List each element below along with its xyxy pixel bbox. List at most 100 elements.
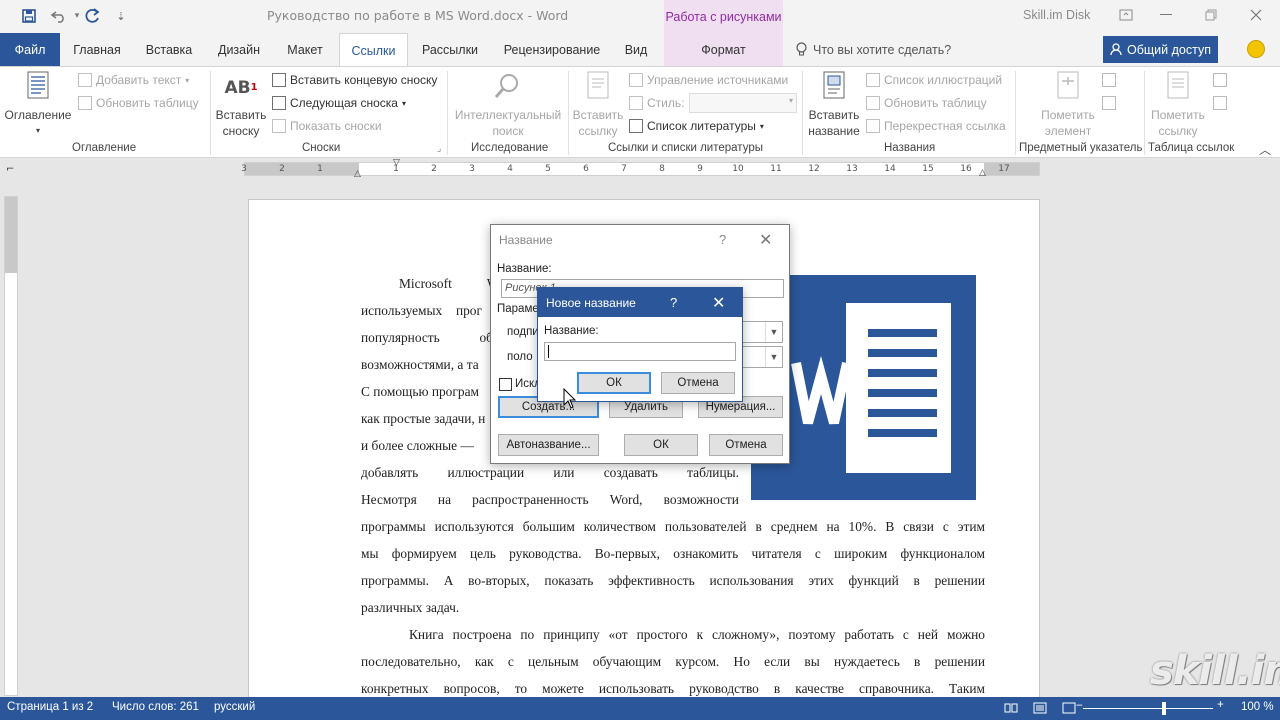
tab-review[interactable]: Рецензирование: [496, 33, 608, 66]
update-toa-icon[interactable]: [1213, 96, 1227, 110]
left-indent-marker[interactable]: △: [354, 169, 361, 179]
lightbulb-icon: [796, 42, 807, 57]
group-label-toa: Таблица ссылок: [1148, 142, 1235, 154]
tab-home[interactable]: Главная: [64, 33, 130, 66]
ruler-number: 9: [697, 164, 703, 174]
insert-citation-button[interactable]: Вставить ссылку: [571, 71, 625, 139]
mark-citation-button[interactable]: Пометить ссылку: [1147, 71, 1209, 139]
close-icon[interactable]: ✕: [712, 293, 725, 313]
document-word: создавать: [603, 465, 658, 480]
print-layout-icon[interactable]: [1033, 702, 1047, 714]
web-layout-icon[interactable]: [1062, 702, 1076, 714]
update-figures-button[interactable]: Обновить таблицу: [866, 93, 987, 113]
citation-style-select[interactable]: ▾: [689, 93, 797, 113]
position-select-label: поло: [507, 351, 533, 363]
vertical-ruler[interactable]: [4, 196, 18, 696]
zoom-in-icon[interactable]: +: [1217, 699, 1224, 711]
read-mode-icon[interactable]: [1004, 702, 1018, 714]
language-indicator[interactable]: русский: [214, 701, 255, 713]
group-separator: [210, 71, 211, 155]
update-table-icon: [78, 96, 92, 110]
help-icon[interactable]: ?: [719, 232, 726, 247]
share-button[interactable]: Общий доступ: [1103, 36, 1218, 63]
zoom-slider-track[interactable]: [1083, 708, 1213, 709]
tab-mailings[interactable]: Рассылки: [414, 33, 486, 66]
tab-design[interactable]: Дизайн: [208, 33, 270, 66]
next-footnote-button[interactable]: Следующая сноска ▾: [272, 93, 406, 113]
cross-reference-button[interactable]: Перекрестная ссылка: [866, 116, 1006, 136]
page-count[interactable]: Страница 1 из 2: [7, 701, 93, 713]
group-label-index: Предметный указатель: [1019, 142, 1143, 154]
customize-qat-icon[interactable]: ⇣: [110, 6, 132, 26]
show-notes-button[interactable]: Показать сноски: [272, 116, 382, 136]
mark-entry-button[interactable]: Пометить элемент: [1038, 71, 1098, 139]
cross-reference-icon: [866, 119, 880, 133]
ribbon-display-icon[interactable]: [1111, 4, 1141, 26]
insert-footnote-line1: Вставить: [215, 108, 267, 122]
document-line: программы используются большим количеств…: [361, 519, 985, 534]
ruler-number: 2: [279, 164, 285, 174]
bibliography-button[interactable]: Список литературы ▾: [629, 116, 764, 136]
update-index-icon[interactable]: [1102, 96, 1116, 110]
insert-caption-button[interactable]: Вставить название: [806, 71, 862, 139]
mark-entry-line1: Пометить: [1041, 108, 1095, 122]
zoom-out-icon[interactable]: −: [1076, 700, 1083, 712]
tab-view[interactable]: Вид: [616, 33, 656, 66]
tab-selector-icon[interactable]: ⌐: [6, 164, 14, 175]
tab-insert[interactable]: Вставка: [137, 33, 201, 66]
ruler-number: 1: [317, 164, 323, 174]
ruler-number: 3: [241, 164, 247, 174]
caption-icon: [823, 71, 845, 99]
horizontal-ruler[interactable]: 3 2 1 1 2 3 4 5 6 7 8 9 10 11 12 13 14 15 16 17 ▽ △ △: [241, 158, 1040, 179]
feedback-smiley-icon[interactable]: [1247, 40, 1265, 58]
next-footnote-label: Следующая сноска: [290, 96, 398, 110]
help-icon[interactable]: ?: [670, 295, 677, 310]
insert-index-icon[interactable]: [1102, 73, 1116, 87]
new-label-input[interactable]: [544, 342, 736, 361]
caption-ok-button[interactable]: ОК: [624, 434, 698, 456]
update-figures-label: Обновить таблицу: [884, 96, 987, 110]
smart-lookup-button[interactable]: Интеллектуальный поиск: [452, 71, 564, 139]
word-count[interactable]: Число слов: 261: [112, 701, 199, 713]
caption-cancel-button[interactable]: Отмена: [709, 434, 783, 456]
manage-sources-button[interactable]: Управление источниками: [629, 70, 788, 90]
document-word: и более сложные —: [361, 438, 474, 453]
insert-footnote-line2: сноску: [222, 124, 260, 138]
tab-file[interactable]: Файл: [0, 33, 60, 66]
new-label-cancel-button[interactable]: Отмена: [661, 372, 735, 394]
zoom-level[interactable]: 100 %: [1241, 701, 1274, 713]
minimize-icon[interactable]: [1151, 4, 1181, 26]
tab-references[interactable]: Ссылки: [339, 33, 408, 67]
insert-endnote-button[interactable]: Вставить концевую сноску: [272, 70, 437, 90]
right-indent-marker[interactable]: △: [979, 168, 986, 178]
insert-footnote-button[interactable]: AB 1 Вставить сноску: [214, 71, 268, 139]
close-window-icon[interactable]: [1241, 4, 1271, 26]
tell-me-box[interactable]: Что вы хотите сделать?: [796, 33, 951, 66]
toc-button[interactable]: Оглавление ▾: [4, 71, 72, 139]
first-line-indent-marker[interactable]: ▽: [393, 158, 400, 168]
document-word: иллюстрации: [447, 465, 525, 480]
autocaption-button[interactable]: Автоназвание...: [498, 434, 599, 456]
add-text-button[interactable]: Добавить текст ▾: [78, 70, 189, 90]
zoom-slider-thumb[interactable]: [1162, 702, 1166, 715]
collapse-ribbon-icon[interactable]: ︿: [1259, 141, 1271, 158]
account-name[interactable]: Skill.im Disk: [1023, 8, 1090, 22]
tab-layout[interactable]: Макет: [277, 33, 333, 66]
group-separator: [802, 71, 803, 155]
new-label-ok-button[interactable]: ОК: [577, 372, 651, 394]
tab-format[interactable]: Формат: [664, 33, 783, 66]
save-icon[interactable]: [18, 6, 40, 26]
table-of-figures-button[interactable]: Список иллюстраций: [866, 70, 1002, 90]
document-word: или: [553, 465, 575, 480]
document-line: популярность об: [361, 330, 493, 346]
redo-icon[interactable]: [82, 6, 104, 26]
update-toc-button[interactable]: Обновить таблицу: [78, 93, 199, 113]
ruler-number: 4: [507, 164, 513, 174]
add-text-icon: [78, 73, 92, 87]
insert-toa-icon[interactable]: [1213, 73, 1227, 87]
exclude-label-checkbox[interactable]: [499, 378, 512, 391]
dialog-launcher-icon[interactable]: ⌟: [437, 144, 441, 154]
close-icon[interactable]: ✕: [759, 230, 772, 250]
restore-icon[interactable]: [1196, 4, 1226, 26]
bibliography-icon: [629, 119, 643, 133]
